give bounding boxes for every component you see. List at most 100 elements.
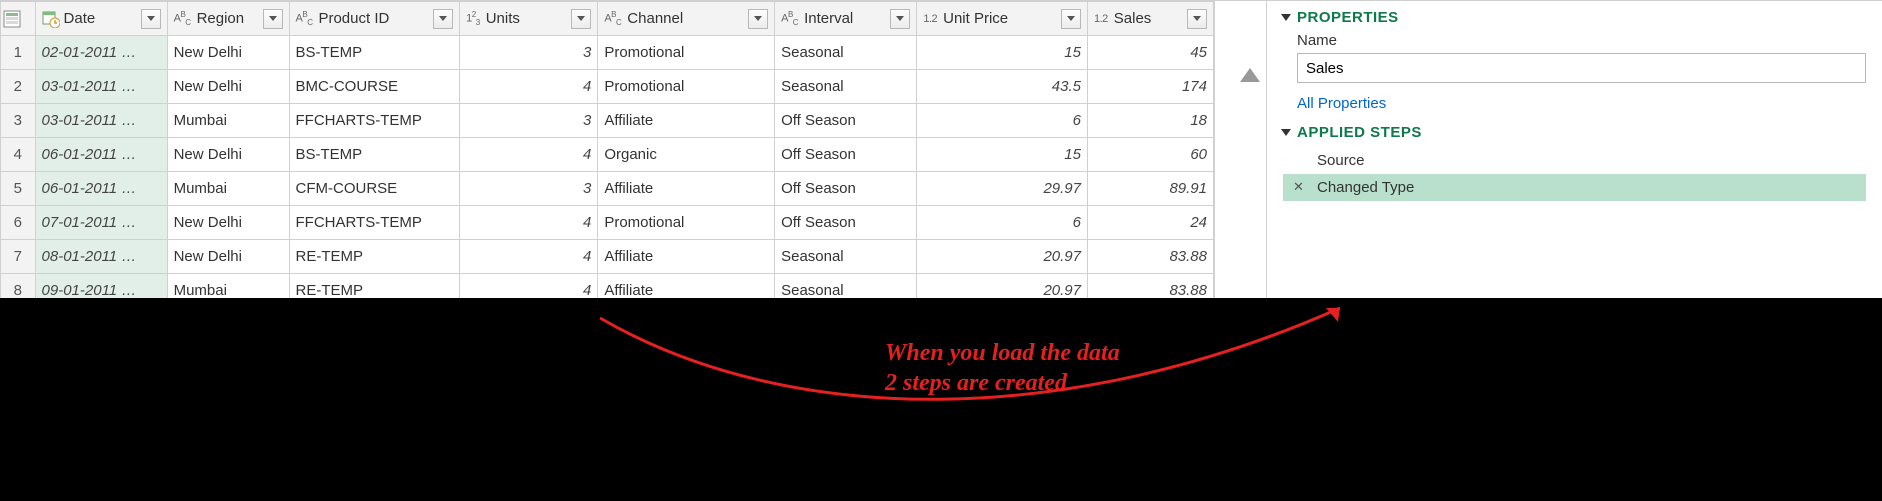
cell-date[interactable]: 03-01-2011 … — [35, 70, 167, 104]
collapse-icon[interactable] — [1281, 14, 1291, 21]
cell-unit-price[interactable]: 20.97 — [917, 240, 1088, 274]
col-header-sales[interactable]: 1.2 Sales — [1087, 2, 1213, 36]
select-all-corner[interactable] — [1, 2, 36, 36]
col-header-interval[interactable]: ABC Interval — [775, 2, 917, 36]
cell-channel[interactable]: Promotional — [598, 70, 775, 104]
col-header-date[interactable]: Date — [35, 2, 167, 36]
col-header-product-id[interactable]: ABC Product ID — [289, 2, 460, 36]
cell-channel[interactable]: Organic — [598, 138, 775, 172]
filter-button[interactable] — [433, 9, 453, 29]
cell-date[interactable]: 06-01-2011 … — [35, 172, 167, 206]
cell-product-id[interactable]: FFCHARTS-TEMP — [289, 206, 460, 240]
all-properties-link[interactable]: All Properties — [1297, 95, 1866, 112]
cell-sales[interactable]: 174 — [1087, 70, 1213, 104]
filter-button[interactable] — [141, 9, 161, 29]
row-number[interactable]: 7 — [1, 240, 36, 274]
cell-channel[interactable]: Affiliate — [598, 172, 775, 206]
filter-button[interactable] — [571, 9, 591, 29]
cell-sales[interactable]: 24 — [1087, 206, 1213, 240]
cell-sales[interactable]: 18 — [1087, 104, 1213, 138]
cell-units[interactable]: 4 — [460, 138, 598, 172]
cell-sales[interactable]: 60 — [1087, 138, 1213, 172]
cell-unit-price[interactable]: 29.97 — [917, 172, 1088, 206]
filter-button[interactable] — [263, 9, 283, 29]
cell-product-id[interactable]: BMC-COURSE — [289, 70, 460, 104]
cell-sales[interactable]: 45 — [1087, 36, 1213, 70]
cell-date[interactable]: 02-01-2011 … — [35, 36, 167, 70]
filter-button[interactable] — [748, 9, 768, 29]
cell-interval[interactable]: Off Season — [775, 172, 917, 206]
row-number[interactable]: 6 — [1, 206, 36, 240]
cell-product-id[interactable]: CFM-COURSE — [289, 172, 460, 206]
cell-interval[interactable]: Seasonal — [775, 70, 917, 104]
text-type-icon: ABC — [174, 10, 191, 27]
row-number[interactable]: 1 — [1, 36, 36, 70]
collapse-icon[interactable] — [1281, 129, 1291, 136]
cell-unit-price[interactable]: 15 — [917, 36, 1088, 70]
data-grid: Date ABC Region ABC — [0, 1, 1215, 298]
cell-product-id[interactable]: FFCHARTS-TEMP — [289, 104, 460, 138]
cell-unit-price[interactable]: 15 — [917, 138, 1088, 172]
table-row[interactable]: 506-01-2011 …MumbaiCFM-COURSE3AffiliateO… — [1, 172, 1214, 206]
filter-button[interactable] — [1061, 9, 1081, 29]
cell-region[interactable]: New Delhi — [167, 240, 289, 274]
cell-sales[interactable]: 89.91 — [1087, 172, 1213, 206]
cell-product-id[interactable]: BS-TEMP — [289, 138, 460, 172]
filter-button[interactable] — [1187, 9, 1207, 29]
table-row[interactable]: 607-01-2011 …New DelhiFFCHARTS-TEMP4Prom… — [1, 206, 1214, 240]
cell-date[interactable]: 08-01-2011 … — [35, 240, 167, 274]
col-name: Product ID — [318, 10, 429, 27]
cell-channel[interactable]: Affiliate — [598, 240, 775, 274]
cell-interval[interactable]: Seasonal — [775, 36, 917, 70]
cell-product-id[interactable]: RE-TEMP — [289, 240, 460, 274]
row-number[interactable]: 2 — [1, 70, 36, 104]
text-type-icon: ABC — [781, 10, 798, 27]
cell-date[interactable]: 07-01-2011 … — [35, 206, 167, 240]
cell-date[interactable]: 03-01-2011 … — [35, 104, 167, 138]
table-row[interactable]: 708-01-2011 …New DelhiRE-TEMP4AffiliateS… — [1, 240, 1214, 274]
cell-interval[interactable]: Off Season — [775, 104, 917, 138]
cell-interval[interactable]: Off Season — [775, 138, 917, 172]
annotation-arrow — [590, 298, 1360, 498]
cell-region[interactable]: New Delhi — [167, 36, 289, 70]
row-number[interactable]: 5 — [1, 172, 36, 206]
scroll-up-button[interactable] — [1238, 61, 1262, 89]
cell-interval[interactable]: Seasonal — [775, 240, 917, 274]
cell-region[interactable]: New Delhi — [167, 138, 289, 172]
cell-channel[interactable]: Promotional — [598, 206, 775, 240]
table-row[interactable]: 102-01-2011 …New DelhiBS-TEMP3Promotiona… — [1, 36, 1214, 70]
cell-region[interactable]: New Delhi — [167, 70, 289, 104]
cell-units[interactable]: 4 — [460, 240, 598, 274]
col-header-channel[interactable]: ABC Channel — [598, 2, 775, 36]
col-header-unit-price[interactable]: 1.2 Unit Price — [917, 2, 1088, 36]
cell-interval[interactable]: Off Season — [775, 206, 917, 240]
cell-sales[interactable]: 83.88 — [1087, 240, 1213, 274]
cell-region[interactable]: Mumbai — [167, 104, 289, 138]
applied-step[interactable]: Source — [1283, 147, 1866, 174]
applied-step[interactable]: Changed Type — [1283, 174, 1866, 201]
filter-button[interactable] — [890, 9, 910, 29]
query-name-input[interactable] — [1297, 53, 1866, 83]
row-number[interactable]: 3 — [1, 104, 36, 138]
cell-units[interactable]: 4 — [460, 70, 598, 104]
cell-date[interactable]: 06-01-2011 … — [35, 138, 167, 172]
cell-channel[interactable]: Affiliate — [598, 104, 775, 138]
col-header-units[interactable]: 123 Units — [460, 2, 598, 36]
row-number[interactable]: 4 — [1, 138, 36, 172]
table-row[interactable]: 303-01-2011 …MumbaiFFCHARTS-TEMP3Affilia… — [1, 104, 1214, 138]
cell-units[interactable]: 4 — [460, 206, 598, 240]
cell-unit-price[interactable]: 43.5 — [917, 70, 1088, 104]
col-header-region[interactable]: ABC Region — [167, 2, 289, 36]
cell-units[interactable]: 3 — [460, 104, 598, 138]
cell-region[interactable]: Mumbai — [167, 172, 289, 206]
cell-unit-price[interactable]: 6 — [917, 104, 1088, 138]
cell-unit-price[interactable]: 6 — [917, 206, 1088, 240]
cell-units[interactable]: 3 — [460, 36, 598, 70]
cell-channel[interactable]: Promotional — [598, 36, 775, 70]
cell-product-id[interactable]: BS-TEMP — [289, 36, 460, 70]
cell-region[interactable]: New Delhi — [167, 206, 289, 240]
table-row[interactable]: 203-01-2011 …New DelhiBMC-COURSE4Promoti… — [1, 70, 1214, 104]
table-row[interactable]: 406-01-2011 …New DelhiBS-TEMP4OrganicOff… — [1, 138, 1214, 172]
cell-units[interactable]: 3 — [460, 172, 598, 206]
properties-header: PROPERTIES — [1297, 9, 1399, 26]
